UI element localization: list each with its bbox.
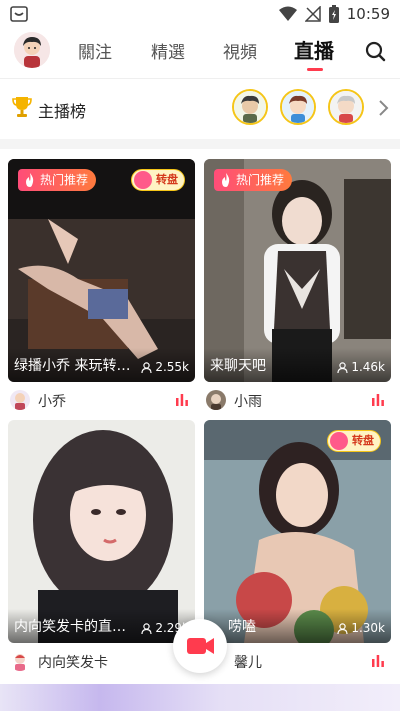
section-separator — [0, 139, 400, 149]
leaderboard-title: 主播榜 — [38, 102, 87, 121]
live-bars-icon — [176, 394, 188, 406]
viewer-count: 1.30k — [337, 621, 385, 635]
card-title: 来聊天吧 — [210, 358, 266, 374]
card-title: 内向笑发卡的直… — [14, 619, 126, 635]
card-title: 绿播小乔 来玩转… — [14, 358, 131, 374]
video-camera-icon — [187, 638, 214, 654]
streamer-avatar — [206, 390, 226, 410]
hot-recommend-badge: 热门推荐 — [18, 169, 97, 191]
avatar-illustration — [14, 32, 50, 68]
streamer-info[interactable]: 小乔 — [8, 386, 195, 414]
active-tab-indicator — [307, 68, 323, 71]
streamer-name: 内向笑发卡 — [38, 655, 108, 671]
trophy-icon — [12, 97, 32, 117]
viewer-count-value: 2.55k — [155, 360, 189, 374]
live-bars-icon — [372, 394, 384, 406]
tab-live[interactable]: 直播 — [294, 35, 334, 64]
live-card[interactable]: 热门推荐 来聊天吧 1.46k — [204, 159, 391, 382]
person-icon — [141, 622, 152, 634]
lucky-wheel-badge: 转盘 — [327, 430, 381, 452]
battery-charging-icon — [328, 5, 339, 23]
viewer-count-value: 1.46k — [351, 360, 385, 374]
top-streamer-avatar-3[interactable] — [328, 89, 364, 125]
streamer-leaderboard[interactable]: 主播榜 — [0, 86, 400, 130]
flame-icon — [26, 173, 34, 187]
top-streamer-avatar-1[interactable] — [232, 89, 268, 125]
avatar-illustration — [330, 91, 362, 123]
live-bars-icon — [372, 655, 384, 667]
viewer-count-value: 1.30k — [351, 621, 385, 635]
next-card-preview — [0, 684, 400, 711]
hot-recommend-badge: 热门推荐 — [214, 169, 293, 191]
wheel-badge-label: 转盘 — [156, 173, 178, 186]
viewer-count: 1.46k — [337, 360, 385, 374]
streamer-info[interactable]: 小雨 — [204, 386, 391, 414]
status-bar: 10:59 — [0, 0, 400, 28]
tab-featured[interactable]: 精選 — [151, 38, 185, 63]
streamer-name: 小乔 — [38, 394, 66, 410]
streamer-info[interactable]: 馨儿 — [204, 647, 391, 675]
live-card[interactable]: 内向笑发卡的直… 2.29k — [8, 420, 195, 643]
streamer-name: 小雨 — [234, 394, 262, 410]
person-icon — [141, 361, 152, 373]
nav-divider — [0, 78, 400, 79]
hot-badge-label: 热门推荐 — [236, 173, 285, 187]
person-icon — [337, 361, 348, 373]
live-card[interactable]: 热门推荐 转盘 绿播小乔 来玩转… 2.55k — [8, 159, 195, 382]
go-live-button[interactable] — [173, 619, 227, 673]
card-title: 唠嗑 — [228, 619, 256, 635]
flame-icon — [222, 173, 230, 187]
tab-videos[interactable]: 視頻 — [223, 38, 257, 63]
streamer-name: 馨儿 — [234, 655, 262, 671]
streamer-avatar — [10, 390, 30, 410]
lucky-wheel-badge: 转盘 — [131, 169, 185, 191]
hot-badge-label: 热门推荐 — [40, 173, 89, 187]
top-streamer-avatar-2[interactable] — [280, 89, 316, 125]
status-time: 10:59 — [346, 5, 390, 23]
signal-off-icon — [304, 6, 321, 22]
search-icon[interactable] — [364, 40, 386, 62]
chevron-right-icon[interactable] — [376, 98, 390, 118]
drop-icon — [330, 432, 348, 450]
avatar-illustration — [234, 91, 266, 123]
notification-app-icon — [10, 6, 28, 22]
live-card[interactable]: 转盘 唠嗑 1.30k — [204, 420, 391, 643]
streamer-avatar — [10, 651, 30, 671]
tab-following[interactable]: 關注 — [78, 38, 112, 63]
viewer-count: 2.55k — [141, 360, 189, 374]
wheel-badge-label: 转盘 — [352, 434, 374, 447]
person-icon — [337, 622, 348, 634]
avatar-illustration — [282, 91, 314, 123]
streamer-info[interactable]: 内向笑发卡 — [8, 647, 195, 675]
top-nav: 關注 精選 視頻 直播 — [0, 28, 400, 76]
user-avatar[interactable] — [14, 32, 50, 68]
drop-icon — [134, 171, 152, 189]
wifi-icon — [278, 6, 297, 21]
